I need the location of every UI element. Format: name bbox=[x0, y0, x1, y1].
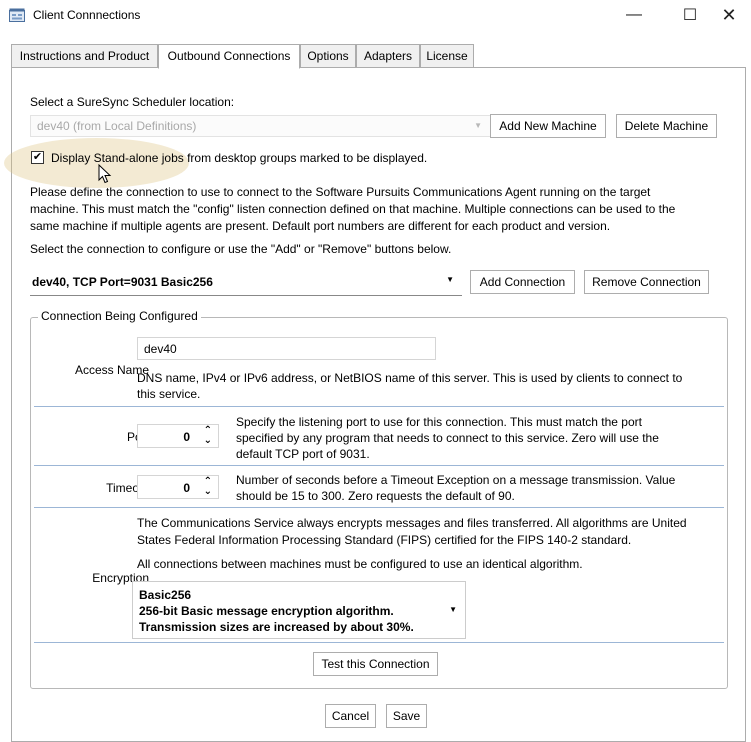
port-value: 0 bbox=[183, 430, 190, 444]
spin-arrows-icon[interactable]: ⌃ ⌄ bbox=[204, 426, 212, 446]
tab-adapters[interactable]: Adapters bbox=[356, 44, 420, 68]
tab-outbound-connections[interactable]: Outbound Connections bbox=[158, 44, 300, 69]
close-button[interactable]: ✕ bbox=[706, 0, 751, 30]
groupbox-legend: Connection Being Configured bbox=[38, 309, 201, 323]
access-name-help-line: this service. bbox=[137, 387, 201, 401]
chevron-down-icon: ▼ bbox=[449, 605, 457, 614]
port-help-line: specified by any program that needs to c… bbox=[236, 431, 659, 445]
row-divider bbox=[34, 406, 724, 407]
row-divider bbox=[34, 465, 724, 466]
connection-select[interactable]: dev40, TCP Port=9031 Basic256 ▼ bbox=[30, 266, 462, 296]
encryption-note: All connections between machines must be… bbox=[137, 557, 583, 571]
row-divider bbox=[34, 642, 724, 643]
cancel-button[interactable]: Cancel bbox=[325, 704, 376, 728]
mouse-cursor-icon bbox=[98, 164, 112, 184]
encryption-help-line: States Federal Information Processing St… bbox=[137, 533, 632, 547]
encryption-option-name: Basic256 bbox=[139, 588, 192, 602]
port-help: Specify the listening port to use for th… bbox=[236, 414, 706, 462]
encryption-option-desc: 256-bit Basic message encryption algorit… bbox=[139, 604, 394, 618]
instructions-line: machine. This must match the "config" li… bbox=[30, 202, 676, 216]
connection-selected-value: dev40, TCP Port=9031 Basic256 bbox=[32, 275, 213, 289]
encryption-help-line: The Communications Service always encryp… bbox=[137, 516, 687, 530]
timeout-stepper[interactable]: 0 ⌃ ⌄ bbox=[137, 475, 219, 499]
instructions-line: Please define the connection to use to c… bbox=[30, 185, 651, 199]
scheduler-location-select[interactable]: dev40 (from Local Definitions) ▼ bbox=[30, 115, 491, 137]
select-connection-instructions: Select the connection to configure or us… bbox=[30, 242, 452, 256]
standalone-jobs-label: Display Stand-alone jobs from desktop gr… bbox=[51, 151, 428, 165]
encryption-option-desc: Transmission sizes are increased by abou… bbox=[139, 620, 414, 634]
remove-connection-button[interactable]: Remove Connection bbox=[584, 270, 709, 294]
port-help-line: default TCP port of 9031. bbox=[236, 447, 370, 461]
access-name-help-line: DNS name, IPv4 or IPv6 address, or NetBI… bbox=[137, 371, 683, 385]
scheduler-label: Select a SureSync Scheduler location: bbox=[30, 95, 235, 109]
timeout-help-line: Number of seconds before a Timeout Excep… bbox=[236, 473, 676, 487]
tab-license[interactable]: License bbox=[420, 44, 474, 68]
row-divider bbox=[34, 507, 724, 508]
tab-options[interactable]: Options bbox=[300, 44, 356, 68]
save-button[interactable]: Save bbox=[386, 704, 427, 728]
access-name-input[interactable]: dev40 bbox=[137, 337, 436, 360]
port-stepper[interactable]: 0 ⌃ ⌄ bbox=[137, 424, 219, 448]
title-bar: Client Connnections — ☐ ✕ bbox=[0, 0, 751, 32]
instructions-paragraph: Please define the connection to use to c… bbox=[30, 184, 730, 235]
chevron-down-icon: ▼ bbox=[474, 121, 482, 130]
spin-arrows-icon[interactable]: ⌃ ⌄ bbox=[204, 477, 212, 497]
delete-machine-button[interactable]: Delete Machine bbox=[616, 114, 717, 138]
chevron-down-icon: ▼ bbox=[446, 275, 454, 284]
tab-instructions-and-product[interactable]: Instructions and Product bbox=[11, 44, 158, 68]
access-name-help: DNS name, IPv4 or IPv6 address, or NetBI… bbox=[137, 370, 717, 402]
instructions-line: same machine if multiple agents are pres… bbox=[30, 219, 611, 233]
timeout-help-line: should be 15 to 300. Zero requests the d… bbox=[236, 489, 515, 503]
encryption-help: The Communications Service always encryp… bbox=[137, 515, 722, 549]
test-connection-button[interactable]: Test this Connection bbox=[313, 652, 438, 676]
standalone-jobs-checkbox[interactable]: ✔ bbox=[31, 151, 44, 164]
add-new-machine-button[interactable]: Add New Machine bbox=[490, 114, 606, 138]
timeout-help: Number of seconds before a Timeout Excep… bbox=[236, 472, 706, 504]
add-connection-button[interactable]: Add Connection bbox=[470, 270, 575, 294]
port-help-line: Specify the listening port to use for th… bbox=[236, 415, 642, 429]
encryption-algorithm-select[interactable]: Basic256 256-bit Basic message encryptio… bbox=[132, 581, 466, 639]
app-icon bbox=[9, 8, 25, 22]
timeout-value: 0 bbox=[183, 481, 190, 495]
scheduler-selected-value: dev40 (from Local Definitions) bbox=[37, 119, 197, 133]
tab-panel: Select a SureSync Scheduler location: de… bbox=[4, 67, 746, 742]
minimize-button[interactable]: — bbox=[611, 0, 657, 30]
window-title: Client Connnections bbox=[33, 8, 141, 22]
